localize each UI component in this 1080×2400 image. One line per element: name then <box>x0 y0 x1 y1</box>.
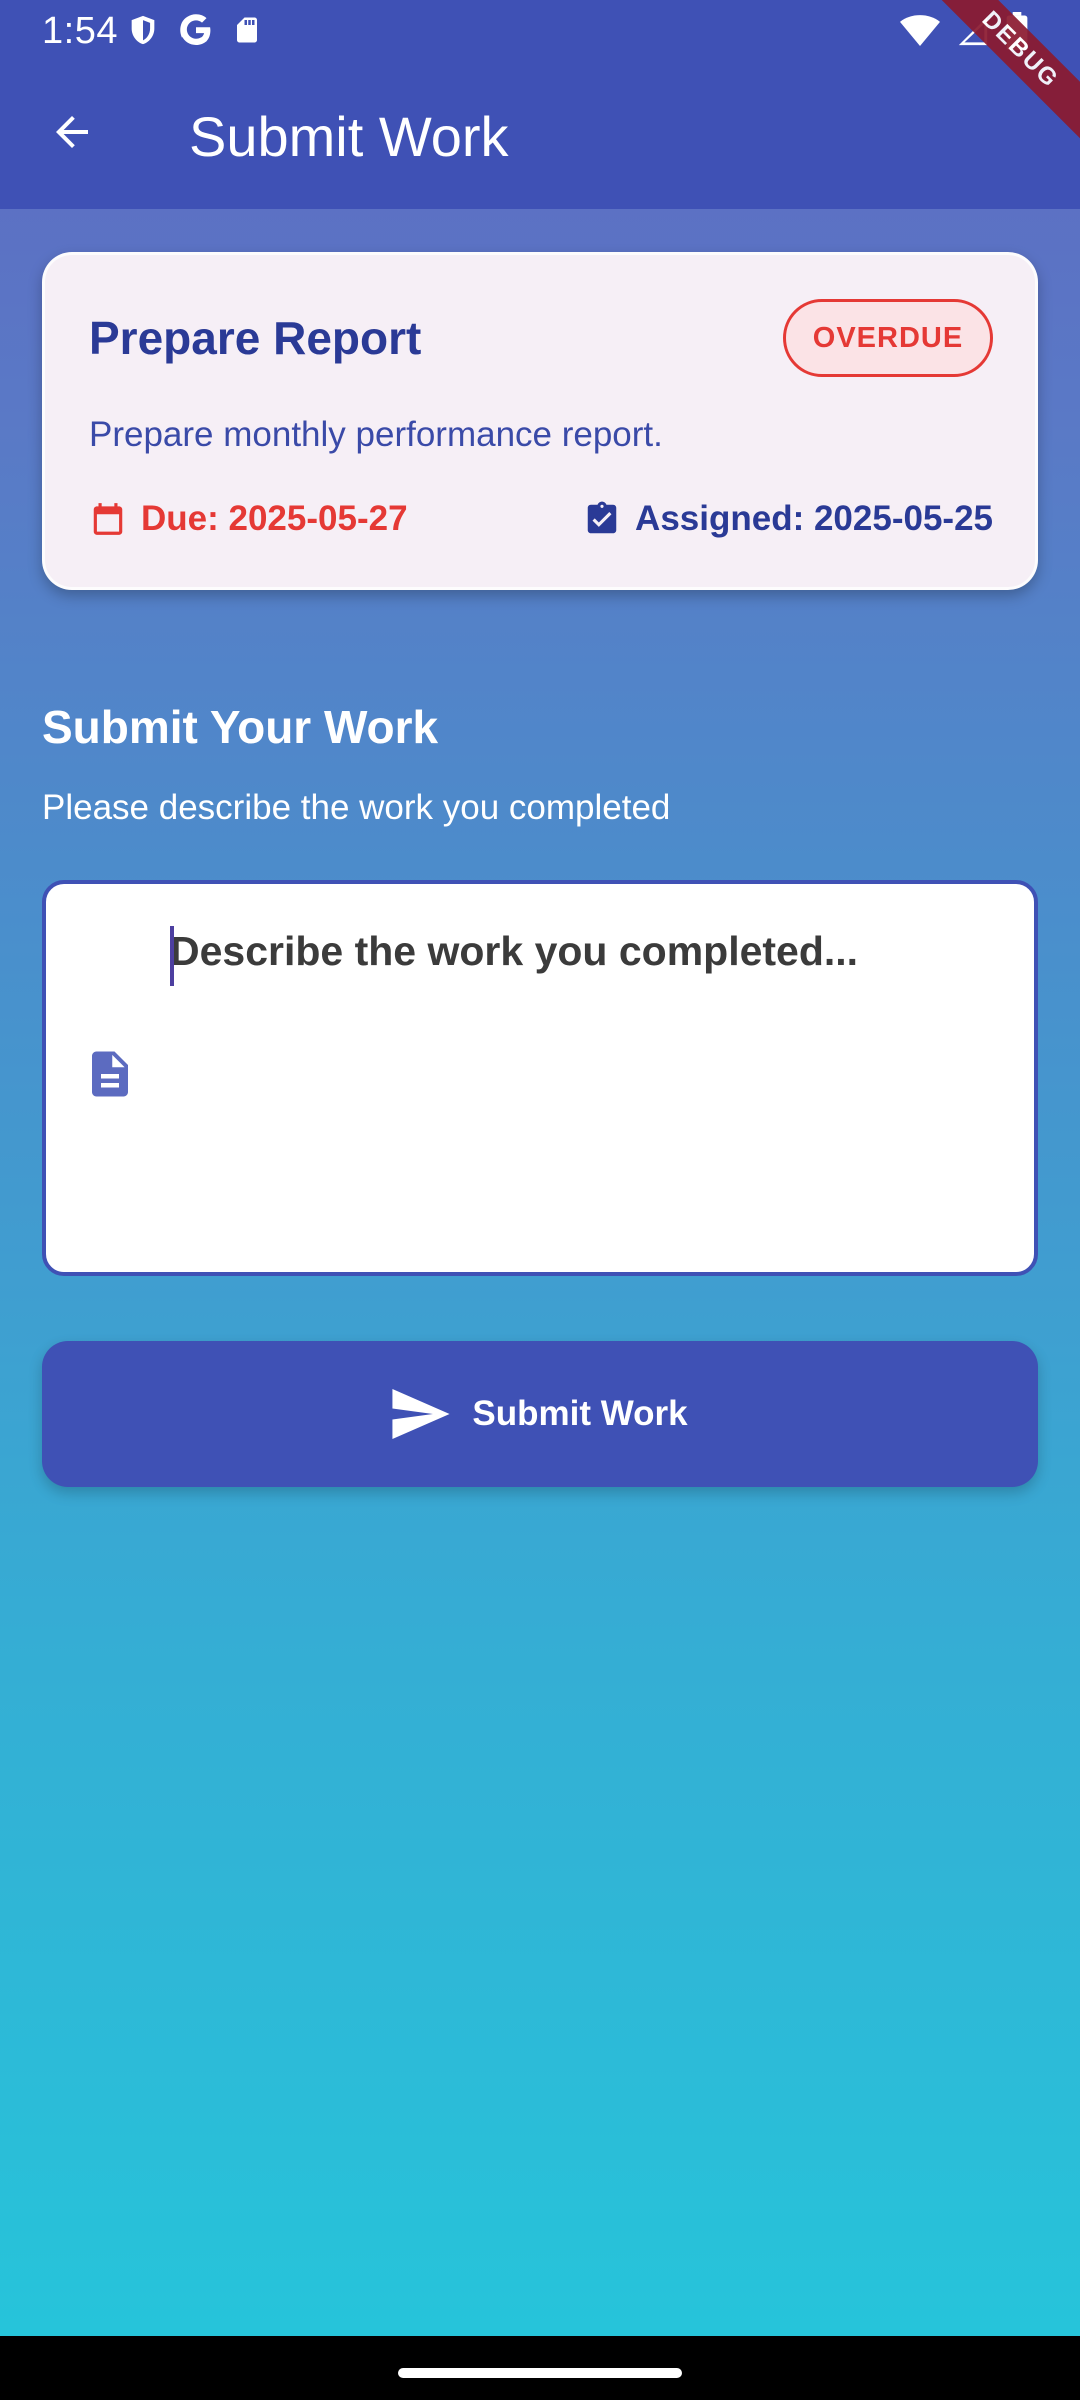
due-date-row: Due: 2025-05-27 <box>89 499 408 539</box>
shield-icon <box>126 12 160 48</box>
task-card: Prepare Report OVERDUE Prepare monthly p… <box>42 252 1038 590</box>
task-description: Prepare monthly performance report. <box>89 415 663 454</box>
submit-button-label: Submit Work <box>472 1394 688 1433</box>
wifi-icon <box>900 14 940 48</box>
sd-card-icon <box>232 13 262 47</box>
send-icon <box>392 1389 450 1439</box>
assigned-date-label: Assigned: 2025-05-25 <box>635 499 993 538</box>
submit-work-button[interactable]: Submit Work <box>42 1341 1038 1487</box>
status-time: 1:54 <box>42 10 118 52</box>
arrow-back-icon <box>56 116 88 148</box>
back-button[interactable] <box>40 100 104 164</box>
due-date-label: Due: 2025-05-27 <box>141 499 408 538</box>
status-badge: OVERDUE <box>783 299 993 377</box>
google-icon <box>178 12 214 48</box>
status-left-icons <box>126 12 262 48</box>
description-icon <box>82 1044 138 1104</box>
section-subtitle: Please describe the work you completed <box>42 788 671 827</box>
app-bar: 1:54 DEBUG Submit Work <box>0 0 1080 209</box>
input-placeholder: Describe the work you completed... <box>170 928 859 974</box>
app-screen: 1:54 DEBUG Submit Work Prepare Report OV… <box>0 0 1080 2336</box>
work-description-input[interactable]: Describe the work you completed... <box>42 880 1038 1276</box>
navigation-bar <box>0 2336 1080 2400</box>
status-bar: 1:54 <box>0 0 1080 64</box>
assignment-check-icon <box>583 499 621 539</box>
assigned-date-row: Assigned: 2025-05-25 <box>583 499 993 539</box>
task-title: Prepare Report <box>89 312 422 364</box>
text-cursor <box>170 926 174 986</box>
calendar-icon <box>89 499 127 539</box>
section-title: Submit Your Work <box>42 701 439 753</box>
page-title: Submit Work <box>189 105 509 168</box>
home-gesture-handle[interactable] <box>398 2368 682 2378</box>
